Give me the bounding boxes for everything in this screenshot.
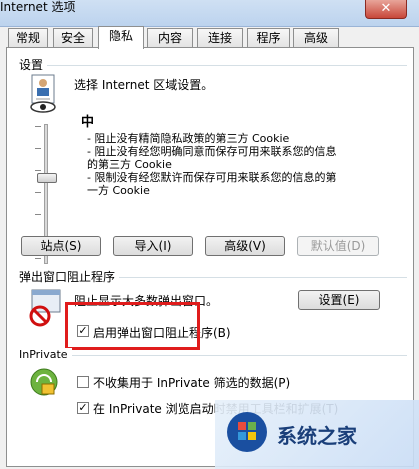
tab-advanced[interactable]: 高级: [293, 28, 339, 47]
title-bar: Internet 选项 ✕: [0, 0, 419, 27]
tab-connections[interactable]: 连接: [197, 28, 243, 47]
settings-group-label: 设置: [19, 58, 48, 72]
window-title: Internet 选项: [0, 0, 76, 14]
disable-toolbars-inprivate-checkbox[interactable]: ✓: [77, 402, 89, 414]
import-button[interactable]: 导入(I): [113, 236, 193, 256]
slider-tick: [35, 126, 41, 127]
tab-content[interactable]: 内容: [147, 28, 193, 47]
tab-privacy[interactable]: 隐私: [98, 26, 144, 49]
advanced-button[interactable]: 高级(V): [205, 236, 285, 256]
slider-tick: [35, 170, 41, 171]
tab-strip: 常规 安全 隐私 内容 连接 程序 高级: [0, 26, 419, 49]
watermark-text: 系统之家: [277, 424, 357, 448]
inprivate-icon: [28, 366, 60, 400]
slider-tick: [35, 258, 41, 259]
privacy-icon: [28, 74, 62, 114]
close-button[interactable]: ✕: [365, 0, 407, 19]
privacy-level-name: 中: [81, 115, 95, 130]
privacy-desc-1: - 阻止没有精简隐私政策的第三方 Cookie: [87, 132, 290, 145]
tab-programs[interactable]: 程序: [247, 28, 290, 47]
slider-tick: [35, 214, 41, 215]
sites-button[interactable]: 站点(S): [21, 236, 101, 256]
slider-tick: [35, 148, 41, 149]
inprivate-divider: [19, 355, 407, 356]
privacy-level-slider-thumb[interactable]: [37, 173, 57, 183]
default-button[interactable]: 默认值(D): [297, 236, 379, 256]
watermark: 系统之家: [215, 400, 419, 469]
settings-divider: [19, 65, 407, 66]
watermark-logo-icon: [225, 410, 269, 454]
popup-group-label: 弹出窗口阻止程序: [19, 270, 120, 284]
highlight-box: [65, 302, 200, 350]
tab-security[interactable]: 安全: [53, 28, 93, 47]
popup-blocker-icon: [28, 288, 64, 328]
no-collect-inprivate-checkbox[interactable]: [77, 376, 89, 388]
privacy-desc-3: - 限制没有经您默许而保存可用来联系您的信息的第一方 Cookie: [87, 171, 337, 197]
slider-tick: [35, 192, 41, 193]
tab-general[interactable]: 常规: [8, 28, 48, 47]
zone-instruction: 选择 Internet 区域设置。: [74, 78, 214, 92]
inprivate-group-label: InPrivate: [19, 348, 72, 362]
popup-settings-button[interactable]: 设置(E): [298, 290, 380, 310]
no-collect-inprivate-label[interactable]: 不收集用于 InPrivate 筛选的数据(P): [93, 374, 290, 391]
privacy-desc-2: - 阻止没有经您明确同意而保存可用来联系您的信息的第三方 Cookie: [87, 145, 337, 171]
